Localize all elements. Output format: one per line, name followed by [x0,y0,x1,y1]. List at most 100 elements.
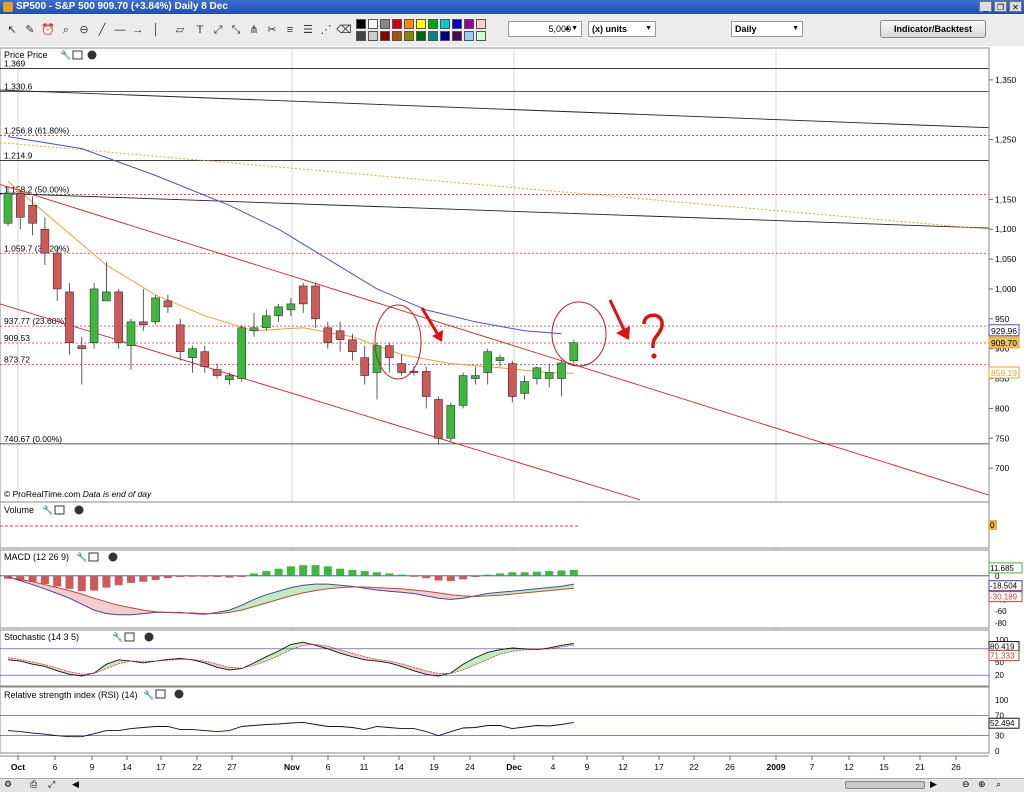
fan-icon[interactable]: ⤡ [228,22,244,38]
color-gray-swatch[interactable] [380,19,390,29]
candle-body-up [261,315,271,329]
candle-body-down [348,339,357,352]
indicator-backtest-button[interactable]: Indicator/Backtest [880,20,986,38]
window-icon[interactable] [124,632,135,642]
scroll-right-icon[interactable]: ▶ [930,779,937,790]
scroll-left-icon[interactable]: ◀ [72,779,79,790]
fibonacci-icon[interactable]: ≡ [282,22,298,38]
candle-body-down [434,399,443,439]
zoom-in-icon[interactable]: ⊕ [978,779,986,790]
color-darkgreen-swatch[interactable] [416,31,426,41]
period-select[interactable]: Daily ▼ [731,21,803,37]
channel-icon[interactable]: ▱ [172,22,188,38]
vertical-line-icon[interactable]: │ [148,22,164,38]
chevron-down-icon[interactable]: ▼ [792,22,799,36]
horizontal-line-icon[interactable]: ― [112,22,128,38]
horizontal-ray-icon[interactable]: → [130,22,146,38]
fib-fan-icon[interactable]: ⋰ [318,22,334,38]
color-blue-swatch[interactable] [452,19,462,29]
y-tick-label: 1,050 [995,254,1017,264]
candle-body-up [446,405,456,439]
zoom-out-icon[interactable]: ⊖ [962,779,970,790]
rsi-y-tick-label: 30 [995,732,1004,741]
color-teal-swatch[interactable] [428,31,438,41]
close-panel-icon[interactable] [174,689,184,699]
close-icon[interactable]: ✕ [1009,1,1022,12]
wrench-icon[interactable]: 🔧 [76,551,87,562]
color-navy-swatch[interactable] [440,31,450,41]
x-tick-label: 27 [227,762,237,772]
fib-retrace-icon[interactable]: ☰ [300,22,316,38]
zoom-fit-icon[interactable]: ⌕ [996,779,1001,790]
settings-icon[interactable]: ⚙ [4,779,12,790]
scrollbar-thumb[interactable] [845,781,925,789]
x-tick-label: 26 [725,762,735,772]
zoom-out-icon[interactable]: ⊖ [76,22,92,38]
wrench-icon[interactable]: 🔧 [143,689,154,700]
color-darkgray-swatch[interactable] [356,31,366,41]
chevron-down-icon[interactable]: ▼ [645,22,652,36]
pitchfork-icon[interactable]: ⋔ [246,22,262,38]
window-icon[interactable] [54,505,65,515]
macd-hist-bar-down [434,575,443,581]
print-icon[interactable]: ⎙ [30,779,37,790]
color-skyblue-swatch[interactable] [464,31,474,41]
color-lightgray-swatch[interactable] [368,31,378,41]
macd-hist-bar-down [213,575,222,577]
close-panel-icon[interactable] [74,505,84,515]
y-tick-label: 1,250 [995,135,1017,145]
cut-icon[interactable]: ✂ [264,22,280,38]
close-panel-icon[interactable] [108,552,118,562]
horizontal-scrollbar[interactable]: ⚙ ⎙ ⤢ ◀ ▶ ⊖ ⊕ ⌕ [0,778,1024,792]
candle-body-down [323,327,333,344]
color-mint-swatch[interactable] [476,31,486,41]
ruler-icon[interactable]: ✎ [22,22,38,38]
stepper-icon[interactable]: ▲▼ [564,22,578,36]
arrow-icon[interactable]: ⤢ [210,22,226,38]
restore-icon[interactable]: ❐ [994,1,1007,12]
rsi-y-tick-label: 0 [995,747,1000,756]
color-red-swatch[interactable] [392,19,402,29]
color-green-swatch[interactable] [428,19,438,29]
color-pink-swatch[interactable] [476,19,486,29]
units-select[interactable]: (x) units ▼ [588,21,656,37]
window-icon[interactable] [88,552,99,562]
pointer-icon[interactable]: ↖ [4,22,20,38]
quantity-input[interactable]: 5,000 ▲▼ [508,21,582,37]
erase-icon[interactable]: ⌫ [336,22,352,38]
x-tick-label: Nov [284,762,300,772]
text-icon[interactable]: T [192,22,208,38]
candle-body-down [77,345,87,349]
zoom-icon[interactable]: ⌕ [58,22,74,38]
color-olive-swatch[interactable] [404,31,414,41]
color-white-swatch[interactable] [368,19,378,29]
color-cyan-swatch[interactable] [440,19,450,29]
color-brown-swatch[interactable] [392,31,402,41]
color-orange-swatch[interactable] [404,19,414,29]
wrench-icon[interactable]: 🔧 [60,49,71,60]
window-icon[interactable] [155,689,166,699]
price-panel-frame [0,47,990,503]
macd-hist-bar-up [532,571,541,576]
alarm-icon[interactable]: ⏰ [40,22,56,38]
wrench-icon[interactable]: 🔧 [42,504,53,515]
close-panel-icon[interactable] [144,632,154,642]
macd-hist-bar-up [397,574,406,576]
x-tick-label: Dec [506,762,522,772]
window-icon[interactable] [72,50,83,60]
expand-icon[interactable]: ⤢ [48,779,55,790]
color-violet-swatch[interactable] [452,31,462,41]
color-purple-swatch[interactable] [464,19,474,29]
candle-body-up [151,297,160,323]
wrench-icon[interactable]: 🔧 [112,631,123,642]
x-tick-label: 12 [618,762,628,772]
trendline-icon[interactable]: ╱ [94,22,110,38]
x-tick-label: 6 [326,762,331,772]
color-black-swatch[interactable] [356,19,366,29]
color-maroon-swatch[interactable] [380,31,390,41]
y-tick-label: 1,100 [995,224,1017,234]
minimize-icon[interactable]: _ [979,1,992,12]
close-panel-icon[interactable] [87,50,97,60]
candle-body-up [532,367,542,379]
color-yellow-swatch[interactable] [416,19,426,29]
